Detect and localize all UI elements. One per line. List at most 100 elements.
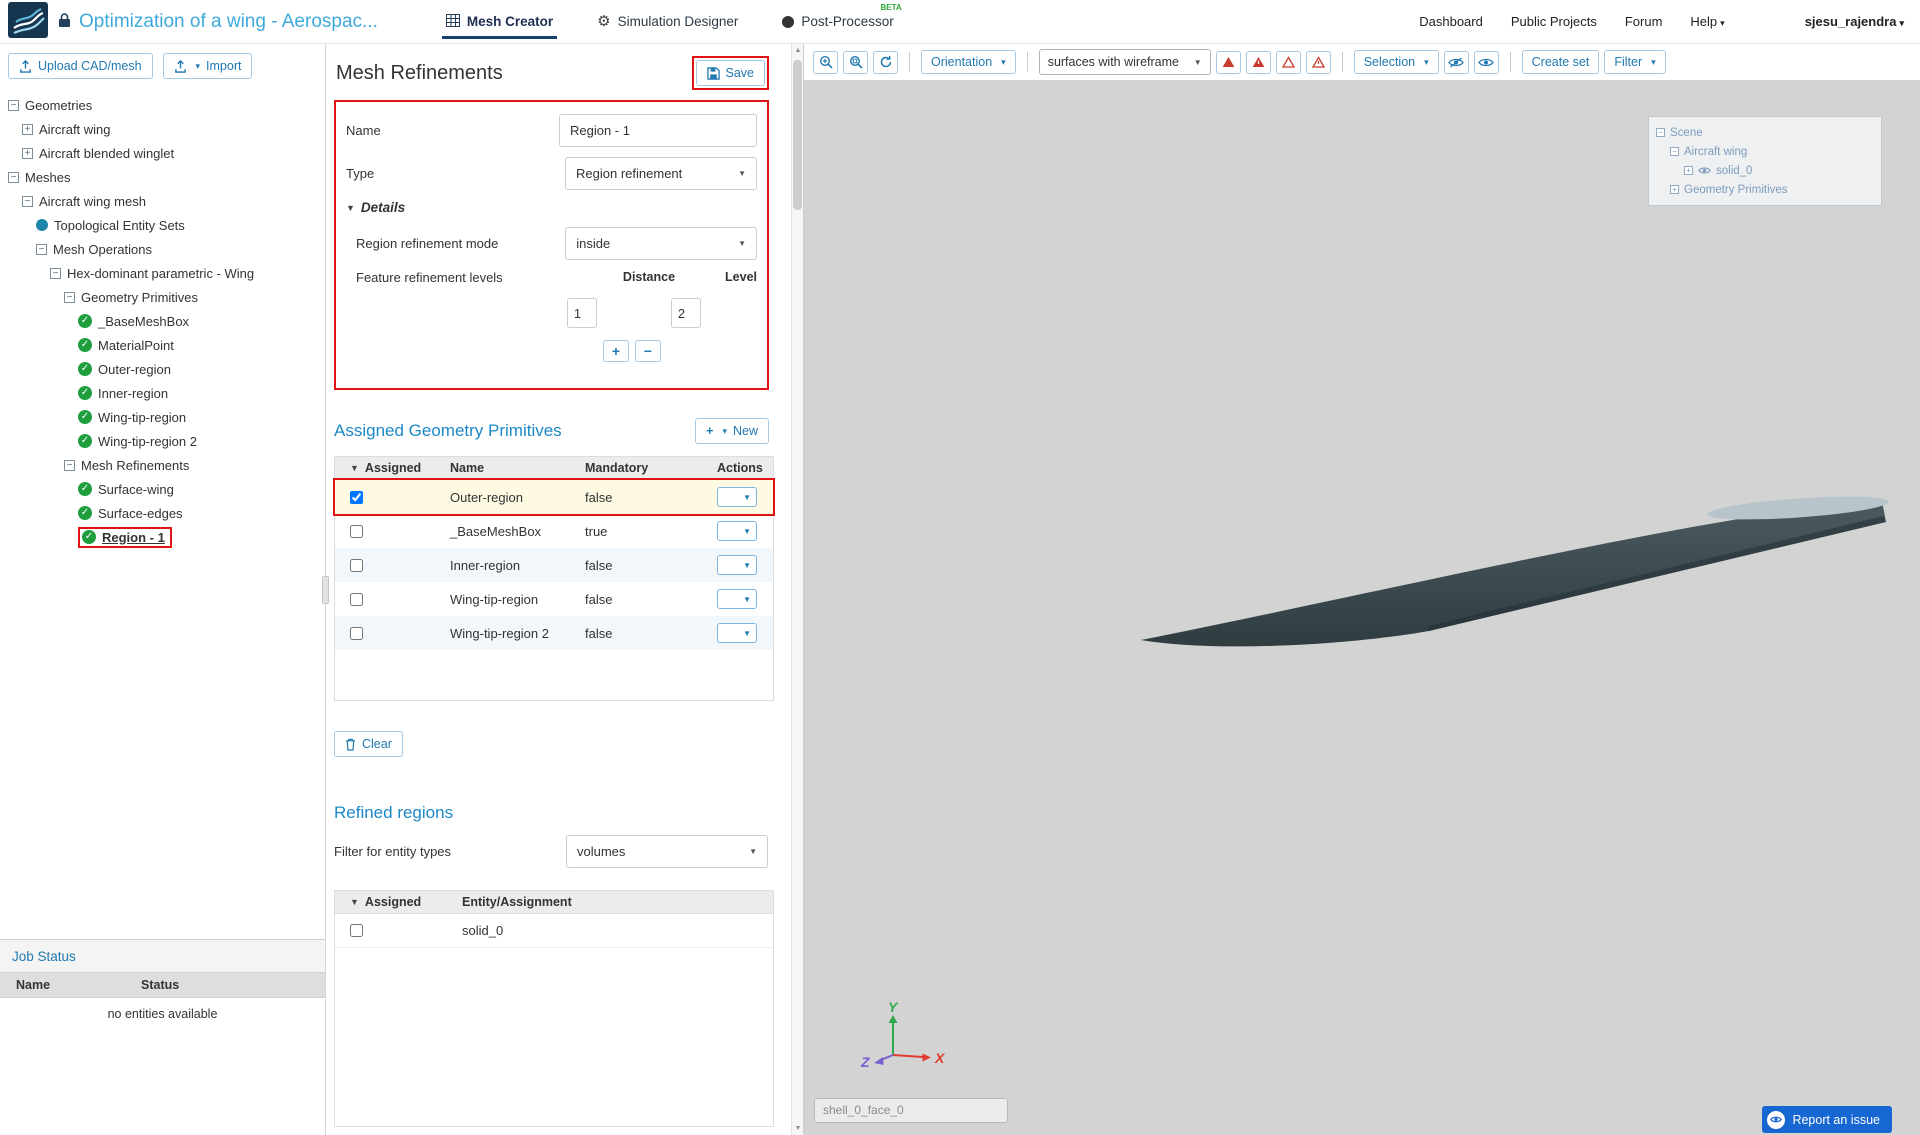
tab-post-processor[interactable]: Post-Processor BETA [778,0,902,44]
tab-mesh-creator[interactable]: Mesh Creator [441,0,558,44]
entity-filter-select[interactable]: volumes ▼ [566,835,768,868]
tree-item-wing-tip-region-2[interactable]: ✓ Wing-tip-region 2 [0,429,325,453]
mesh-quality-button[interactable] [1275,50,1301,74]
refinement-mode-select[interactable]: inside ▼ [565,227,757,260]
table-row-solid-0[interactable]: solid_0 [335,914,773,948]
project-title[interactable]: Optimization of a wing - Aerospac... [79,11,378,33]
collapse-icon[interactable]: − [8,99,19,111]
row-actions-select[interactable]: ▼ [717,521,757,541]
panel-scrollbar[interactable]: ▲ ▼ [791,44,803,1135]
row-checkbox[interactable] [350,558,363,572]
nav-dashboard[interactable]: Dashboard [1419,14,1483,29]
row-checkbox[interactable] [350,626,363,640]
thin-triangles-button[interactable] [1305,50,1331,74]
row-checkbox[interactable] [350,524,363,538]
tree-item-surface-edges[interactable]: ✓ Surface-edges [0,501,325,525]
display-mode-select[interactable]: surfaces with wireframe ▼ [1038,49,1211,75]
save-button[interactable]: Save [695,60,765,86]
collapse-icon[interactable]: − [36,243,47,255]
table-row-basemeshbox[interactable]: _BaseMeshBox true ▼ [335,514,773,548]
panel-resize-handle[interactable] [322,575,329,604]
expand-icon[interactable]: + [1684,166,1693,175]
eye-icon[interactable] [1698,166,1711,175]
type-select[interactable]: Region refinement ▼ [565,157,757,190]
app-logo[interactable] [8,2,48,41]
collapse-icon[interactable]: − [50,267,61,279]
wing-3d-render[interactable] [804,80,1920,1135]
collapse-icon[interactable]: − [1670,147,1679,156]
scene-item-geometry-primitives[interactable]: + Geometry Primitives [1656,180,1874,199]
nav-forum[interactable]: Forum [1625,14,1663,29]
distance-input[interactable] [566,298,597,328]
expand-icon[interactable]: + [22,147,33,159]
tree-item-mesh-operations[interactable]: − Mesh Operations [0,237,325,261]
orientation-button[interactable]: Orientation ▾ [921,50,1016,74]
expand-icon[interactable]: + [22,123,33,135]
details-disclosure[interactable]: ▼ Details [346,200,757,215]
remove-level-button[interactable]: − [634,340,661,362]
scroll-up-icon[interactable]: ▲ [792,47,804,54]
tree-item-inner-region[interactable]: ✓ Inner-region [0,381,325,405]
row-actions-select[interactable]: ▼ [717,487,757,507]
scene-item-solid-0[interactable]: + solid_0 [1656,161,1874,180]
zoom-window-button[interactable] [843,50,868,74]
tree-item-wing-tip-region[interactable]: ✓ Wing-tip-region [0,405,325,429]
triangle-down-icon[interactable]: ▼ [350,463,359,473]
table-row-wing-tip-region-2[interactable]: Wing-tip-region 2 false ▼ [335,616,773,650]
tree-item-materialpoint[interactable]: ✓ MaterialPoint [0,333,325,357]
collapse-icon[interactable]: − [64,459,75,471]
scrollbar-thumb[interactable] [793,60,802,210]
tree-item-meshes[interactable]: − Meshes [0,165,325,189]
collapse-icon[interactable]: − [8,171,19,183]
reset-view-button[interactable] [873,50,898,74]
user-menu[interactable]: sjesu_rajendra ▾ [1805,14,1904,29]
report-issue-button[interactable]: Report an issue [1762,1106,1892,1133]
tree-item-geometry-primitives[interactable]: − Geometry Primitives [0,285,325,309]
tab-simulation-designer[interactable]: ⚙ Simulation Designer [593,0,742,44]
scene-item-aircraft-wing[interactable]: − Aircraft wing [1656,142,1874,161]
show-normals-button[interactable] [1215,50,1241,74]
row-actions-select[interactable]: ▼ [717,589,757,609]
table-row-wing-tip-region[interactable]: Wing-tip-region false ▼ [335,582,773,616]
filter-button[interactable]: Filter ▾ [1604,50,1666,74]
collapse-icon[interactable]: − [22,195,33,207]
nav-public-projects[interactable]: Public Projects [1511,14,1597,29]
nav-help-menu[interactable]: Help ▾ [1690,14,1724,29]
scene-item-scene[interactable]: − Scene [1656,123,1874,142]
collapse-icon[interactable]: − [64,291,75,303]
tree-item-region-1[interactable]: ✓ Region - 1 [0,525,325,549]
row-checkbox[interactable] [350,924,363,937]
name-input[interactable] [559,114,757,147]
row-actions-select[interactable]: ▼ [717,555,757,575]
render-canvas[interactable]: − Scene − Aircraft wing + solid_0 + Geometr… [804,80,1920,1135]
clear-button[interactable]: Clear [334,731,403,757]
tree-item-surface-wing[interactable]: ✓ Surface-wing [0,477,325,501]
level-input[interactable] [670,298,701,328]
hide-selected-button[interactable] [1443,50,1469,74]
triangle-down-icon[interactable]: ▼ [350,897,359,907]
tree-item-geometries[interactable]: − Geometries [0,93,325,117]
new-primitive-button[interactable]: + ▾ New [695,418,769,444]
tree-item-basemeshbox[interactable]: ✓ _BaseMeshBox [0,309,325,333]
table-row-inner-region[interactable]: Inner-region false ▼ [335,548,773,582]
tree-item-aircraft-blended-winglet[interactable]: + Aircraft blended winglet [0,141,325,165]
expand-icon[interactable]: + [1670,185,1679,194]
tree-item-hex-dominant-parametric[interactable]: − Hex-dominant parametric - Wing [0,261,325,285]
upload-cad-button[interactable]: Upload CAD/mesh [8,53,153,79]
selection-button[interactable]: Selection ▾ [1353,50,1439,74]
row-checkbox[interactable] [350,490,363,504]
create-set-button[interactable]: Create set [1521,50,1600,74]
collapse-icon[interactable]: − [1656,128,1665,137]
tree-item-aircraft-wing[interactable]: + Aircraft wing [0,117,325,141]
tree-item-mesh-refinements[interactable]: − Mesh Refinements [0,453,325,477]
tree-item-outer-region[interactable]: ✓ Outer-region [0,357,325,381]
table-row-outer-region[interactable]: Outer-region false ▼ [333,478,775,516]
zoom-in-button[interactable] [813,50,838,74]
flip-normals-button[interactable] [1245,50,1271,74]
row-checkbox[interactable] [350,592,363,606]
import-button[interactable]: ▾ Import [162,53,253,79]
scroll-down-icon[interactable]: ▼ [792,1125,804,1132]
add-level-button[interactable]: + [602,340,629,362]
row-actions-select[interactable]: ▼ [717,623,757,643]
show-all-button[interactable] [1473,50,1499,74]
